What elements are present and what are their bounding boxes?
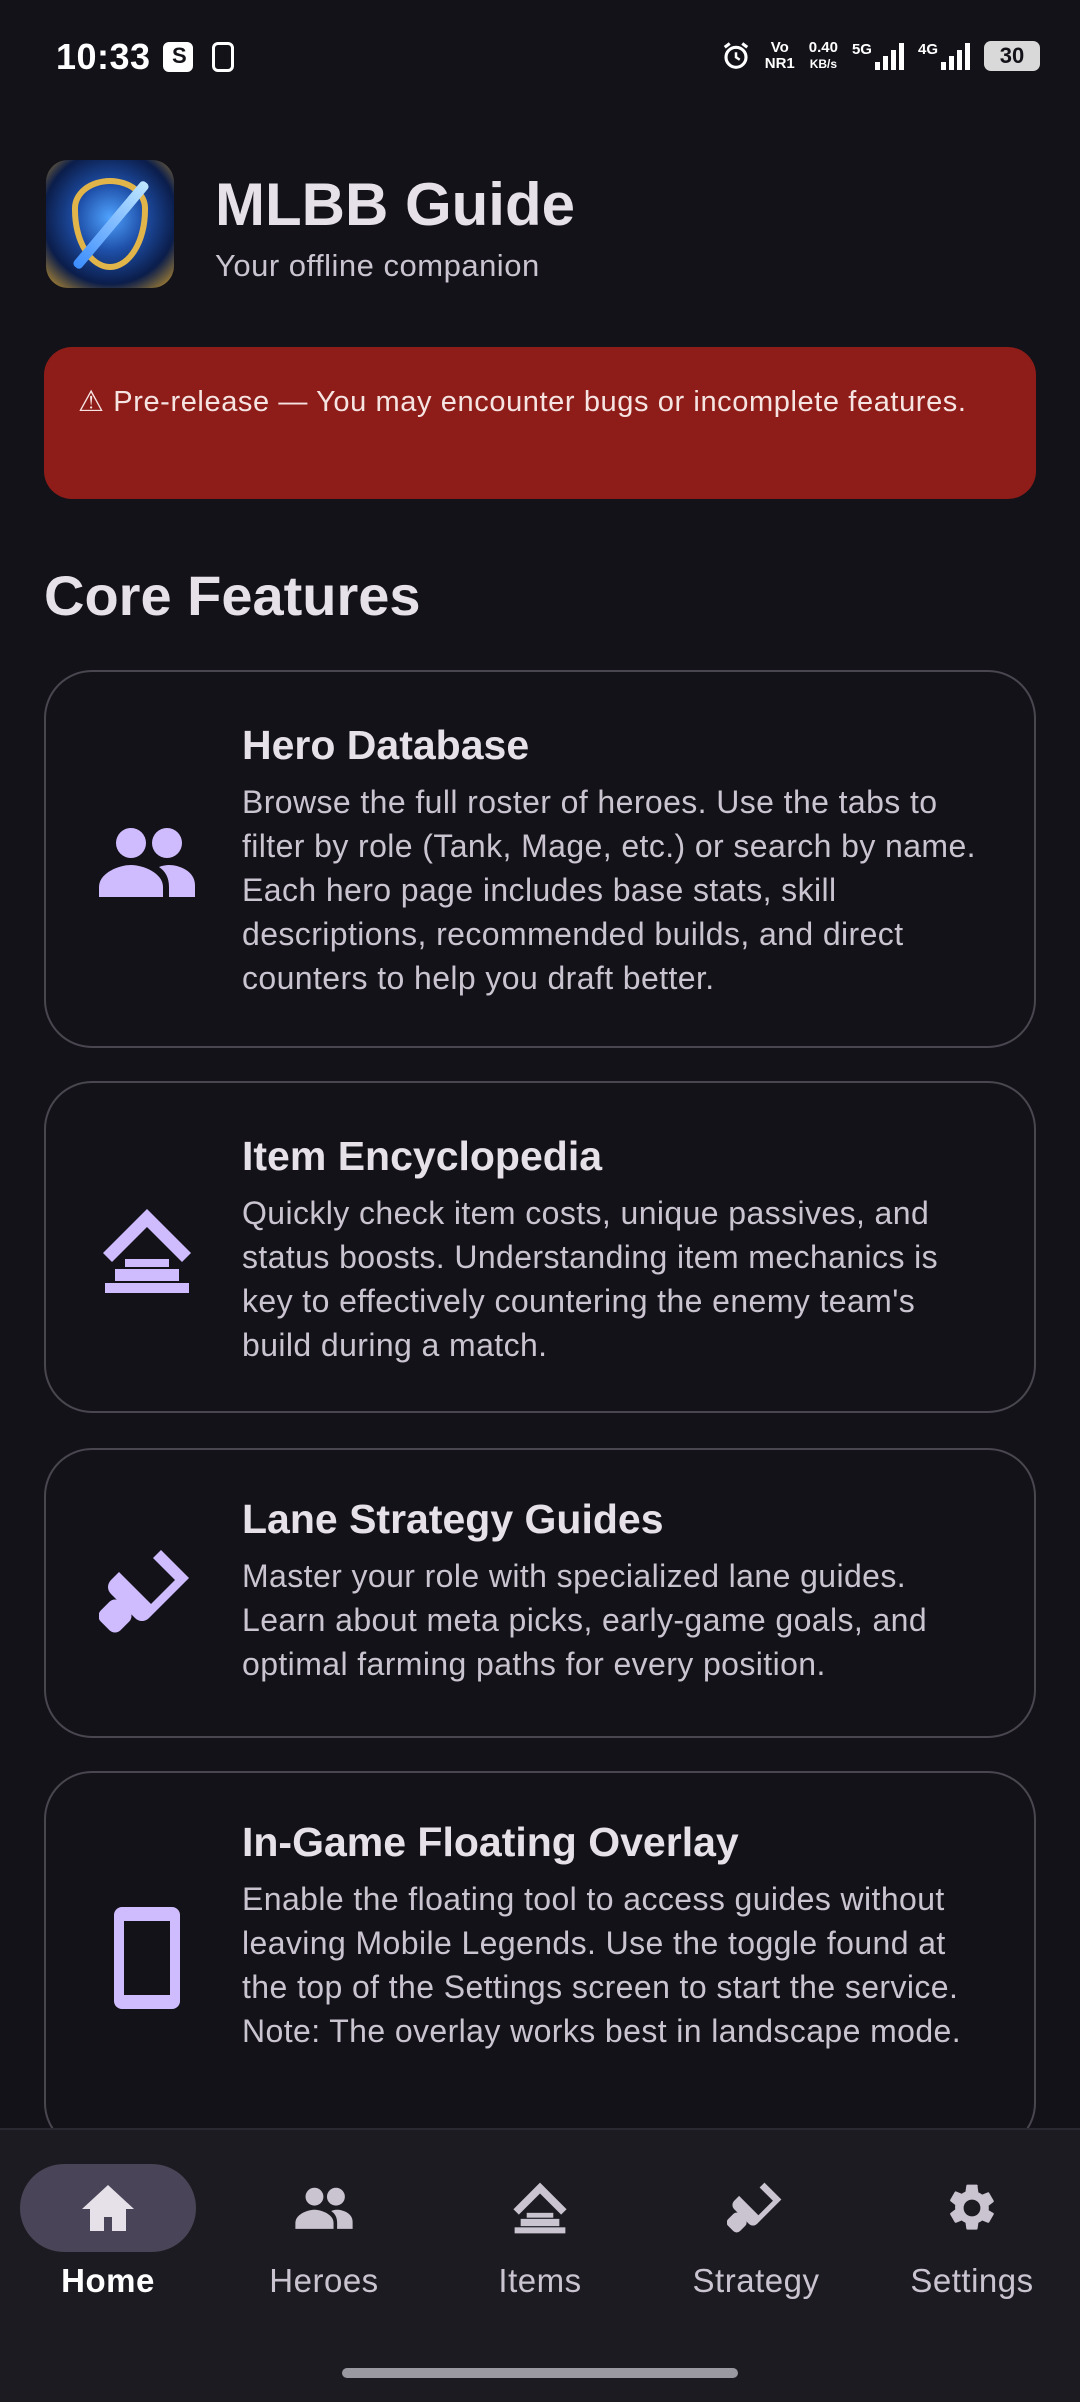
feature-card-item-encyclopedia[interactable]: Item Encyclopedia Quickly check item cos… [44, 1081, 1036, 1413]
nav-item-strategy[interactable]: Strategy [668, 2164, 844, 2324]
volte-bottom: NR1 [764, 55, 795, 72]
upgrade-icon [92, 1201, 202, 1301]
notification-app-icon [163, 42, 193, 72]
network-type-1: 5G [851, 41, 872, 58]
feature-title: In-Game Floating Overlay [242, 1819, 739, 1865]
feature-description: Browse the full roster of heroes. Use th… [242, 784, 976, 996]
status-icons: Vo NR1 0.40 KB/s 5G 4G 30 [721, 36, 1040, 76]
nav-label: Heroes [269, 2262, 379, 2299]
bottom-navigation: Home Heroes Items Strategy Settings [0, 2128, 1080, 2402]
volte-indicator: Vo NR1 [765, 40, 795, 72]
home-gesture-bar[interactable] [342, 2368, 738, 2378]
feature-card-floating-overlay[interactable]: In-Game Floating Overlay Enable the floa… [44, 1771, 1036, 2151]
nav-label: Items [498, 2262, 582, 2299]
feature-title: Item Encyclopedia [242, 1133, 603, 1179]
status-time: 10:33 [56, 36, 151, 77]
nav-item-items[interactable]: Items [452, 2164, 628, 2324]
nav-label: Home [61, 2262, 155, 2299]
feature-card-hero-database[interactable]: Hero Database Browse the full roster of … [44, 670, 1036, 1048]
nav-item-heroes[interactable]: Heroes [236, 2164, 412, 2324]
feature-title: Lane Strategy Guides [242, 1496, 664, 1542]
group-icon [236, 2164, 412, 2252]
nav-label: Strategy [692, 2262, 820, 2299]
battery-indicator: 30 [984, 41, 1040, 71]
feature-description: Master your role with specialized lane g… [242, 1558, 928, 1682]
strategy-icon [92, 1542, 202, 1642]
home-icon [20, 2164, 196, 2252]
gear-icon [884, 2164, 1060, 2252]
strategy-icon [668, 2164, 844, 2252]
upgrade-icon [452, 2164, 628, 2252]
feature-description: Enable the floating tool to access guide… [242, 1881, 962, 2049]
feature-title: Hero Database [242, 722, 530, 768]
network-type-2: 4G [917, 41, 938, 58]
signal-bars-icon [874, 42, 904, 70]
volte-top: Vo [770, 39, 789, 56]
app-subtitle: Your offline companion [215, 248, 540, 283]
sim-icon [212, 42, 234, 72]
nav-item-home[interactable]: Home [20, 2164, 196, 2324]
alarm-icon [723, 42, 748, 69]
app-title: MLBB Guide [215, 171, 575, 238]
group-icon [92, 817, 202, 907]
signal-bars-icon [941, 42, 970, 70]
net-speed: 0.40 KB/s [809, 40, 838, 72]
pre-release-banner: ⚠ Pre-release — You may encounter bugs o… [44, 347, 1036, 499]
net-speed-value: 0.40 [808, 39, 838, 56]
status-bar: 10:33 Vo NR1 0.40 KB/s 5G 4G 30 [0, 0, 1080, 120]
feature-card-lane-strategy[interactable]: Lane Strategy Guides Master your role wi… [44, 1448, 1036, 1738]
nav-item-settings[interactable]: Settings [884, 2164, 1060, 2324]
phone-icon [92, 1903, 202, 2013]
net-speed-unit: KB/s [809, 57, 838, 71]
feature-description: Quickly check item costs, unique passive… [242, 1195, 939, 1363]
app-logo [46, 160, 174, 288]
section-title: Core Features [44, 564, 421, 627]
signal-1: 5G [852, 42, 904, 70]
signal-2: 4G [918, 42, 970, 70]
nav-label: Settings [910, 2262, 1034, 2299]
